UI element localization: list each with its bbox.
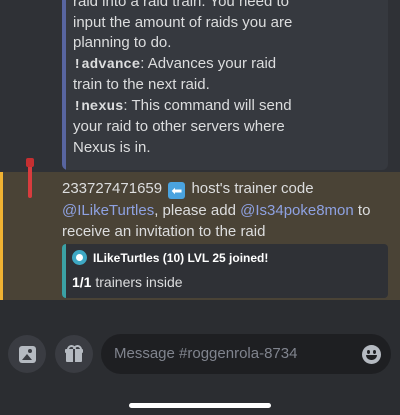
trainer-code-label: host's trainer code xyxy=(187,180,314,197)
image-icon xyxy=(18,345,36,363)
message-placeholder: Message #roggenrola-8734 xyxy=(114,345,298,362)
nexus-command-line: !nexus: This command will send xyxy=(73,96,373,118)
embed-author: ILikeTurtles (10) LVL 25 joined! xyxy=(72,250,268,265)
trainer-count: 1/1 trainers inside xyxy=(72,274,183,290)
embed-accent-bar xyxy=(62,244,66,298)
trainer-count-label: trainers inside xyxy=(91,274,183,290)
gift-button[interactable] xyxy=(55,335,93,373)
embed-accent-bar xyxy=(62,0,66,170)
mention-highlight-bar xyxy=(0,172,3,300)
trainer-code: 233727471659 xyxy=(62,180,163,197)
emoji-icon[interactable] xyxy=(362,345,381,364)
embed-line: planning to do. xyxy=(73,34,172,51)
message-text: to xyxy=(353,201,371,219)
embed-author-name: ILikeTurtles (10) LVL 25 joined! xyxy=(93,250,269,265)
friend-mention[interactable]: @Is34poke8mon xyxy=(240,202,354,219)
message-text: , please add xyxy=(154,201,241,219)
advance-command-line: !advance: Advances your raid xyxy=(73,54,373,76)
left-arrow-emoji: ⬅ xyxy=(168,182,186,199)
home-indicator[interactable] xyxy=(129,403,271,408)
message-content: 233727471659 ⬅ host's trainer code @ILik… xyxy=(62,178,392,243)
embed-description: raid into a raid train. You need to inpu… xyxy=(73,0,373,158)
embed-line: Nexus is in. xyxy=(73,138,151,156)
message-text: receive an invitation to the raid xyxy=(62,223,266,240)
user-mention[interactable]: @ILikeTurtles xyxy=(62,202,154,219)
raid-status-embed: ILikeTurtles (10) LVL 25 joined! 1/1 tra… xyxy=(62,244,388,298)
nexus-description: : This command will send xyxy=(123,96,292,114)
pin-flag-icon xyxy=(26,158,34,198)
command-help-embed: raid into a raid train. You need to inpu… xyxy=(62,0,388,170)
embed-line: train to the next raid. xyxy=(73,76,210,93)
embed-line: raid into a raid train. You need to xyxy=(73,0,289,10)
advance-command: !advance xyxy=(73,56,141,73)
embed-line: input the amount of raids you are xyxy=(73,13,293,31)
embed-line: your raid to other servers where xyxy=(73,118,285,135)
advance-description: : Advances your raid xyxy=(140,54,277,72)
gift-icon xyxy=(65,345,83,363)
message-input[interactable]: Message #roggenrola-8734 xyxy=(101,334,391,374)
attach-image-button[interactable] xyxy=(8,335,46,373)
trainer-count-value: 1/1 xyxy=(72,274,92,290)
embed-author-icon xyxy=(72,250,87,265)
nexus-command: !nexus xyxy=(73,98,124,115)
